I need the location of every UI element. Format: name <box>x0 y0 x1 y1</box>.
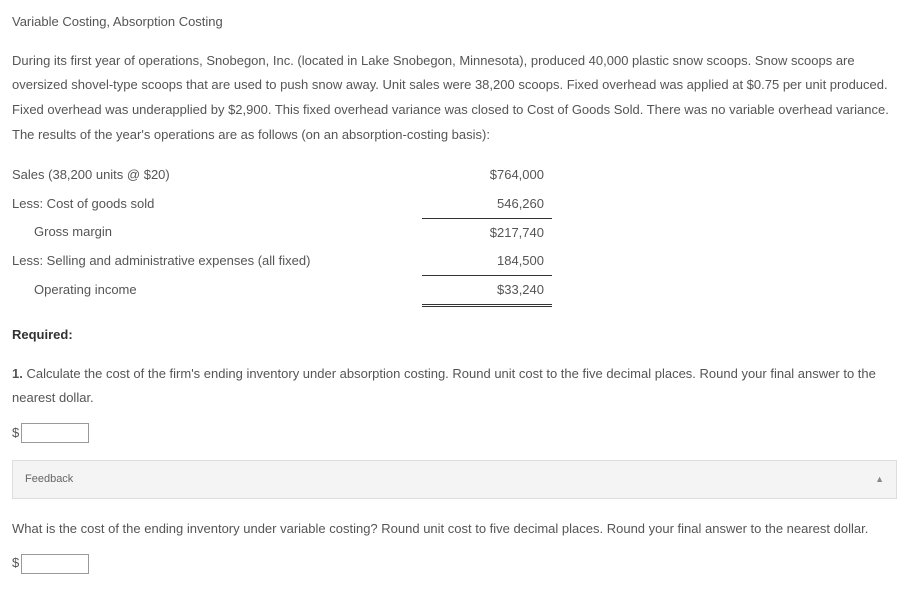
feedback-panel[interactable]: Feedback ▲ <box>12 460 897 499</box>
answer-row-1: $ <box>12 421 897 446</box>
income-statement: Sales (38,200 units @ $20) $764,000 Less… <box>12 161 552 306</box>
gross-margin-value: $217,740 <box>422 218 552 247</box>
table-row: Sales (38,200 units @ $20) $764,000 <box>12 161 552 189</box>
cogs-value: 546,260 <box>422 190 552 219</box>
dollar-sign: $ <box>12 421 19 446</box>
table-row: Less: Selling and administrative expense… <box>12 247 552 276</box>
sga-label: Less: Selling and administrative expense… <box>12 247 422 276</box>
chevron-up-icon: ▲ <box>875 471 884 488</box>
operating-income-value: $33,240 <box>422 275 552 305</box>
page-title: Variable Costing, Absorption Costing <box>12 10 897 35</box>
operating-income-label: Operating income <box>12 275 422 305</box>
question-1: 1. Calculate the cost of the firm's endi… <box>12 362 897 411</box>
answer-input-1[interactable] <box>21 423 89 443</box>
sales-label: Sales (38,200 units @ $20) <box>12 161 422 189</box>
question-2: What is the cost of the ending inventory… <box>12 517 897 542</box>
dollar-sign: $ <box>12 551 19 576</box>
table-row: Less: Cost of goods sold 546,260 <box>12 190 552 219</box>
required-heading: Required: <box>12 323 897 348</box>
table-row: Operating income $33,240 <box>12 275 552 305</box>
intro-paragraph: During its first year of operations, Sno… <box>12 49 897 148</box>
question-number: 1. <box>12 366 23 381</box>
gross-margin-label: Gross margin <box>12 218 422 247</box>
answer-input-2[interactable] <box>21 554 89 574</box>
answer-row-2: $ <box>12 551 897 576</box>
question-1-text: Calculate the cost of the firm's ending … <box>12 366 876 406</box>
feedback-label: Feedback <box>25 469 73 490</box>
sales-value: $764,000 <box>422 161 552 189</box>
table-row: Gross margin $217,740 <box>12 218 552 247</box>
cogs-label: Less: Cost of goods sold <box>12 190 422 219</box>
sga-value: 184,500 <box>422 247 552 276</box>
